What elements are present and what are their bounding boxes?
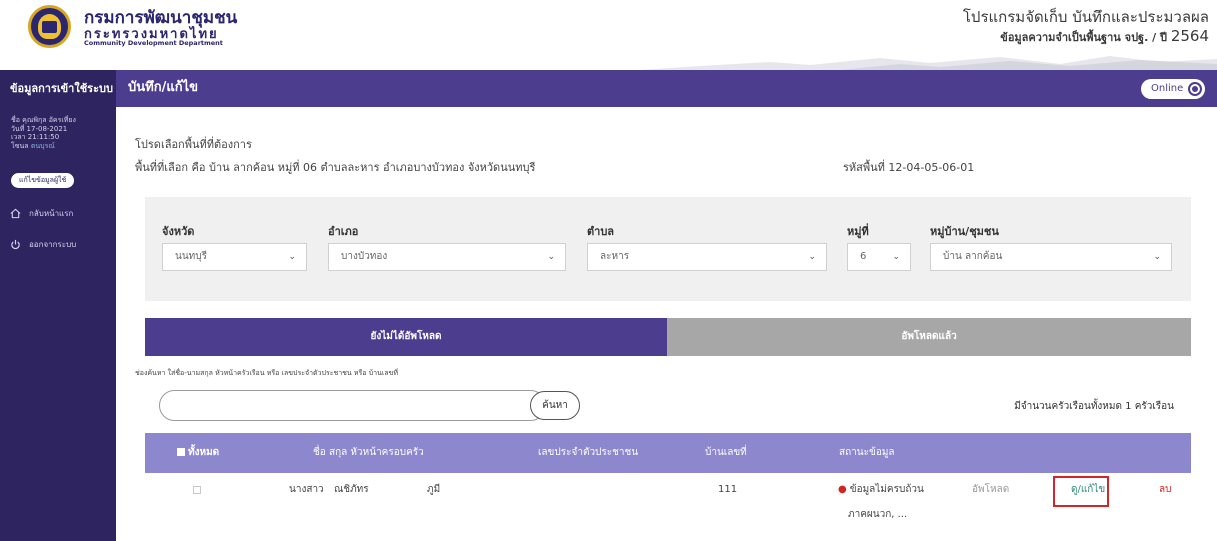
online-label: Online xyxy=(1151,83,1184,94)
upload-link[interactable]: อัพโหลด xyxy=(972,483,1009,497)
login-time: เวลา 21:11:50 xyxy=(11,133,60,141)
status-text: ● ข้อมูลไม่ครบถ้วน xyxy=(838,484,924,495)
selected-area-text: พื้นที่ที่เลือก คือ บ้าน ลากค้อน หมู่ที่… xyxy=(135,161,536,174)
tab-uploaded[interactable]: อัพโหลดแล้ว xyxy=(667,318,1191,356)
head-title: นางสาว xyxy=(289,484,324,495)
column-head-name: ชื่อ สกุล หัวหน้าครอบครัว xyxy=(313,447,424,458)
user-name: ชื่อ คุณพิกุล อัครเที่ยง xyxy=(11,116,76,124)
village-select[interactable]: บ้าน ลากค้อน ⌄ xyxy=(930,243,1172,271)
column-house-no: บ้านเลขที่ xyxy=(705,447,747,458)
sidebar-item-logout[interactable]: ออกจากระบบ xyxy=(10,237,76,253)
search-hint: ช่องค้นหา ใส่ชื่อ-นามสกุล หัวหน้าครัวเรื… xyxy=(135,369,398,377)
column-citizen-id: เลขประจำตัวประชาชน xyxy=(538,447,639,458)
home-icon xyxy=(10,208,21,219)
chevron-down-icon: ⌄ xyxy=(288,252,296,262)
sidebar-item-label: ออกจากระบบ xyxy=(29,240,77,249)
login-date: วันที่ 17-08-2021 xyxy=(11,124,68,133)
org-english-name: Community Development Department xyxy=(84,39,223,47)
subdistrict-select[interactable]: ละหาร ⌄ xyxy=(587,243,827,271)
user-info: ชื่อ คุณพิกุล อัครเที่ยง วันที่ 17-08-20… xyxy=(11,116,76,150)
chevron-down-icon: ⌄ xyxy=(892,252,900,262)
chevron-down-icon: ⌄ xyxy=(808,252,816,262)
chevron-down-icon: ⌄ xyxy=(547,252,555,262)
column-status: สถานะข้อมูล xyxy=(839,447,895,458)
province-label: จังหวัด xyxy=(162,225,195,238)
program-title: โปรแกรมจัดเก็บ บันทึกและประมวลผล xyxy=(962,8,1209,26)
moo-label: หมู่ที่ xyxy=(847,225,869,238)
sidebar-heading: ข้อมูลการเข้าใช้ระบบ xyxy=(0,70,116,107)
house-number: 111 xyxy=(718,484,738,495)
head-last-name: ภูมี xyxy=(427,484,441,495)
online-toggle[interactable]: Online xyxy=(1141,79,1205,99)
header: กรมการพัฒนาชุมชน กระทรวงมหาดไทย Communit… xyxy=(0,0,1217,70)
checkbox-icon xyxy=(177,448,185,456)
tab-not-uploaded[interactable]: ยังไม่ได้อัพโหลด xyxy=(145,318,667,356)
status-dot-icon: ● xyxy=(838,484,847,495)
row-checkbox[interactable] xyxy=(193,486,201,494)
edit-profile-button[interactable]: แก้ไขข้อมูลผู้ใช้ xyxy=(11,173,75,188)
village-label: หมู่บ้าน/ชุมชน xyxy=(930,225,999,238)
subdistrict-label: ตำบล xyxy=(587,225,615,238)
view-edit-link[interactable]: ดู/แก้ไข xyxy=(1071,483,1105,497)
area-select-hint: โปรดเลือกพื้นที่ที่ต้องการ xyxy=(135,138,252,151)
area-code: รหัสพื้นที่ 12-04-05-06-01 xyxy=(843,161,975,174)
province-select[interactable]: นนทบุรี ⌄ xyxy=(162,243,307,271)
search-input[interactable] xyxy=(159,390,546,421)
moo-select[interactable]: 6 ⌄ xyxy=(847,243,911,271)
radio-on-icon xyxy=(1188,82,1202,96)
head-first-name: ณชิภัทร xyxy=(334,484,369,495)
header-decoration xyxy=(640,56,1217,70)
page-title: บันทึก/แก้ไข xyxy=(128,80,199,95)
delete-link[interactable]: ลบ xyxy=(1159,483,1171,497)
user-zone: โซนล ตนบุรณ์ xyxy=(11,141,55,150)
app-window: กรมการพัฒนาชุมชน กระทรวงมหาดไทย Communit… xyxy=(0,0,1217,541)
program-subtitle: ข้อมูลความจำเป็นพื้นฐาน จปฐ. / ปี 2564 xyxy=(1000,27,1209,45)
top-bar: ข้อมูลการเข้าใช้ระบบ บันทึก/แก้ไข Online xyxy=(0,70,1217,107)
chevron-down-icon: ⌄ xyxy=(1153,252,1161,262)
district-label: อำเภอ xyxy=(328,225,359,238)
sidebar: ชื่อ คุณพิกุล อัครเที่ยง วันที่ 17-08-20… xyxy=(0,107,116,541)
department-logo xyxy=(28,5,71,48)
status-detail: ภาคผนวก, ... xyxy=(848,509,908,520)
district-select[interactable]: บางบัวทอง ⌄ xyxy=(328,243,566,271)
power-icon xyxy=(11,239,20,250)
table-header: ทั้งหมด ชื่อ สกุล หัวหน้าครอบครัว เลขประ… xyxy=(145,433,1191,473)
sidebar-item-label: กลับหน้าแรก xyxy=(29,209,74,218)
search-button[interactable]: ค้นหา xyxy=(530,391,580,420)
area-filter-panel: จังหวัด นนทบุรี ⌄ อำเภอ บางบัวทอง ⌄ ตำบล ล… xyxy=(145,197,1191,301)
sidebar-item-home[interactable]: กลับหน้าแรก xyxy=(10,206,73,222)
total-households: มีจำนวนครัวเรือนทั้งหมด 1 ครัวเรือน xyxy=(1014,401,1174,412)
select-all-checkbox[interactable]: ทั้งหมด xyxy=(177,433,219,473)
